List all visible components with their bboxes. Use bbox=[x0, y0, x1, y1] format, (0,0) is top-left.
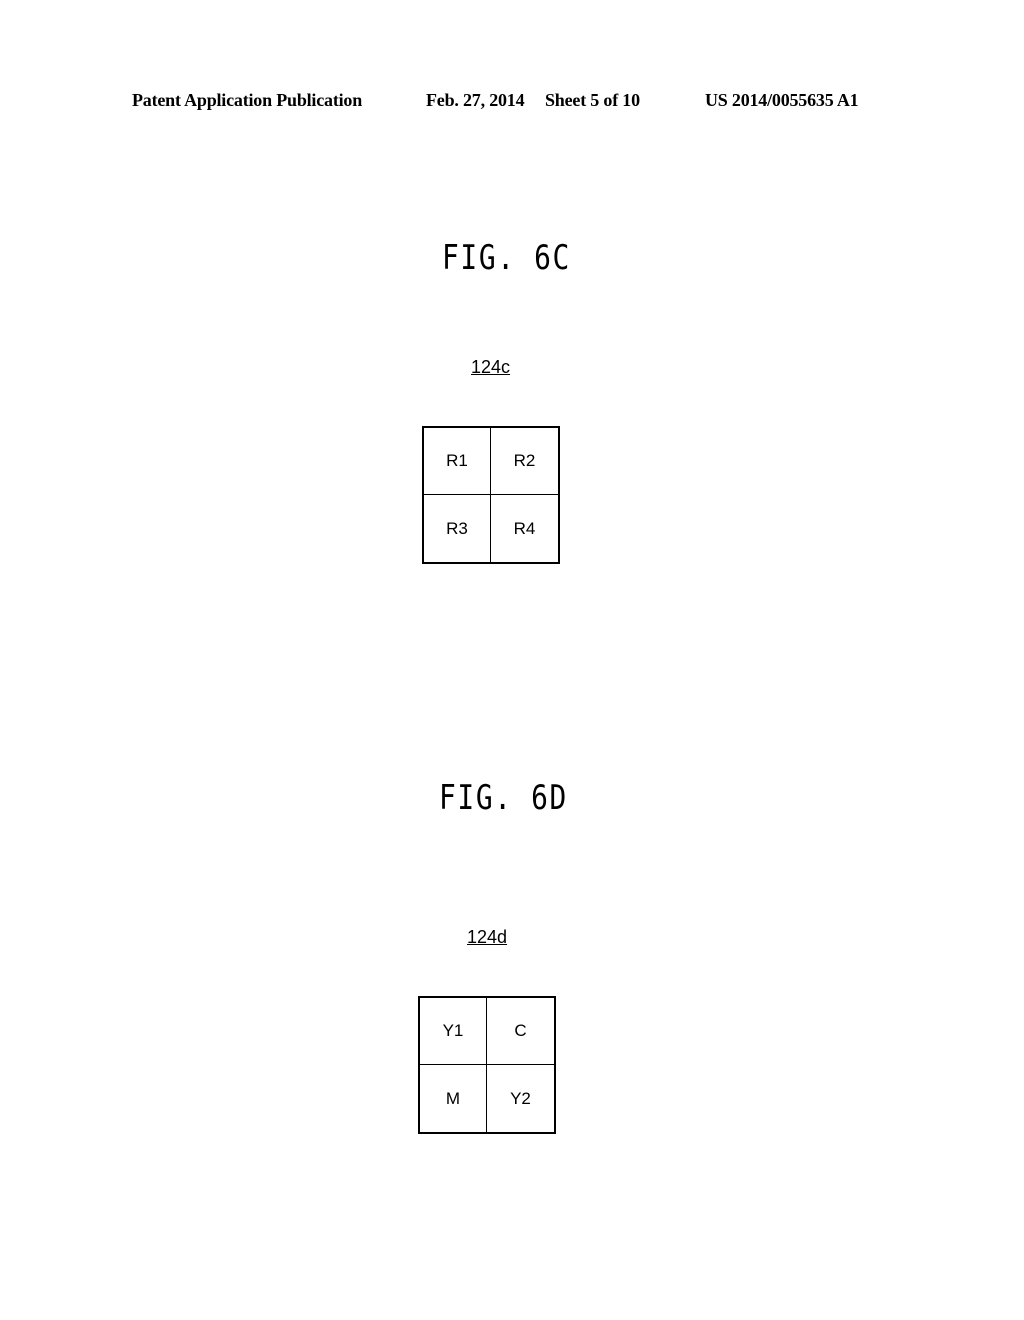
reference-label: 124d bbox=[467, 927, 508, 947]
reference-label: 124c bbox=[471, 357, 511, 377]
publication-label: Patent Application Publication bbox=[132, 90, 363, 110]
publication-date: Feb. 27, 2014 bbox=[426, 90, 525, 110]
grid-cell: R4 bbox=[513, 518, 536, 538]
grid-cell: R1 bbox=[424, 428, 491, 495]
grid-cell: R3 bbox=[424, 495, 491, 562]
figure-title: FIG. 6C bbox=[442, 238, 571, 278]
patent-number: US 2014/0055635 A1 bbox=[705, 90, 859, 110]
grid-cell: Y1 bbox=[420, 998, 487, 1065]
pixel-grid: Y1 C M Y2 bbox=[418, 996, 556, 1134]
grid-cell: M bbox=[420, 1065, 487, 1132]
grid-cell: C bbox=[487, 998, 554, 1065]
pixel-grid: R1 R2 R3 R4 bbox=[422, 426, 560, 564]
grid-cell: Y2 bbox=[510, 1088, 531, 1108]
sheet-number: Sheet 5 of 10 bbox=[545, 90, 640, 110]
grid-cell: R2 bbox=[491, 428, 558, 495]
figure-title: FIG. 6D bbox=[439, 778, 568, 818]
